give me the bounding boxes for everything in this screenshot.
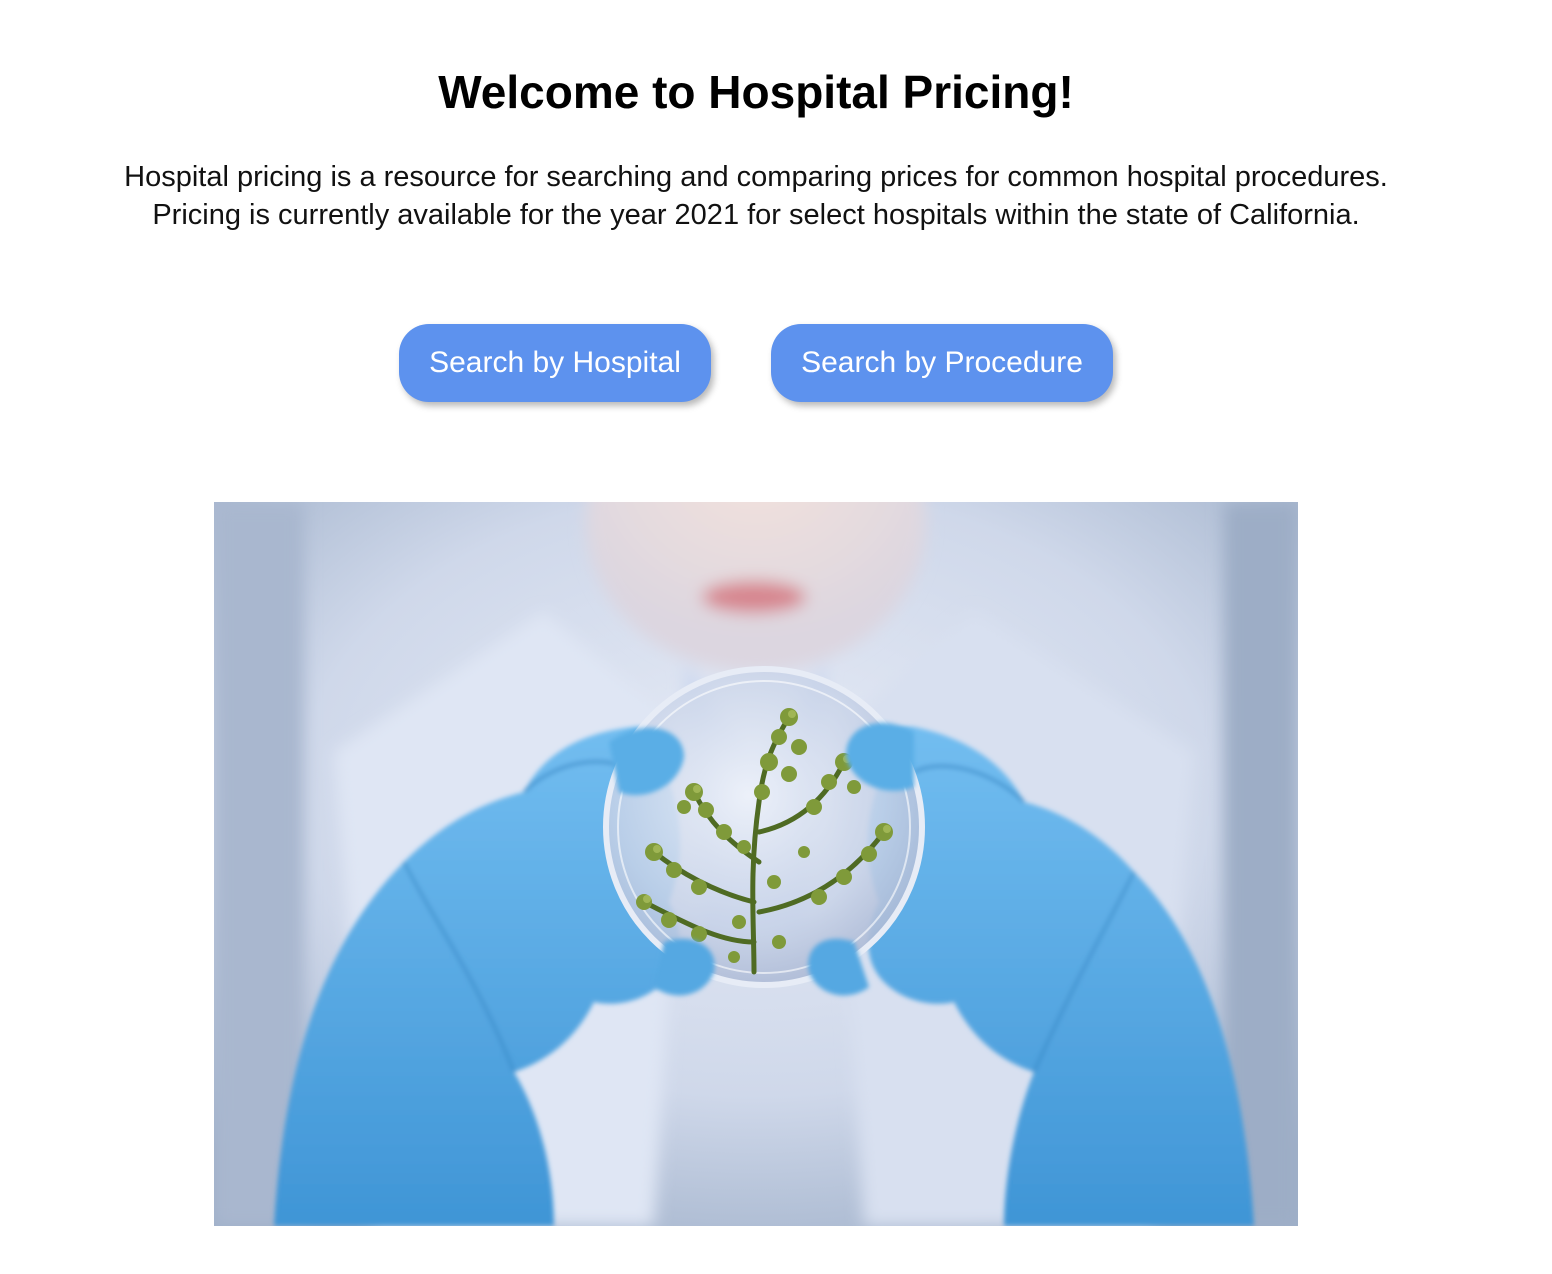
scientist-petri-dish-illustration: [214, 502, 1298, 1226]
intro-line-1: Hospital pricing is a resource for searc…: [124, 161, 1388, 193]
intro-line-2: Pricing is currently available for the y…: [152, 199, 1360, 231]
search-by-hospital-button[interactable]: Search by Hospital: [399, 324, 711, 402]
page-title: Welcome to Hospital Pricing!: [438, 66, 1074, 118]
intro-text: Hospital pricing is a resource for searc…: [0, 158, 1512, 234]
search-by-procedure-button[interactable]: Search by Procedure: [771, 324, 1113, 402]
hero-image: [214, 502, 1298, 1226]
